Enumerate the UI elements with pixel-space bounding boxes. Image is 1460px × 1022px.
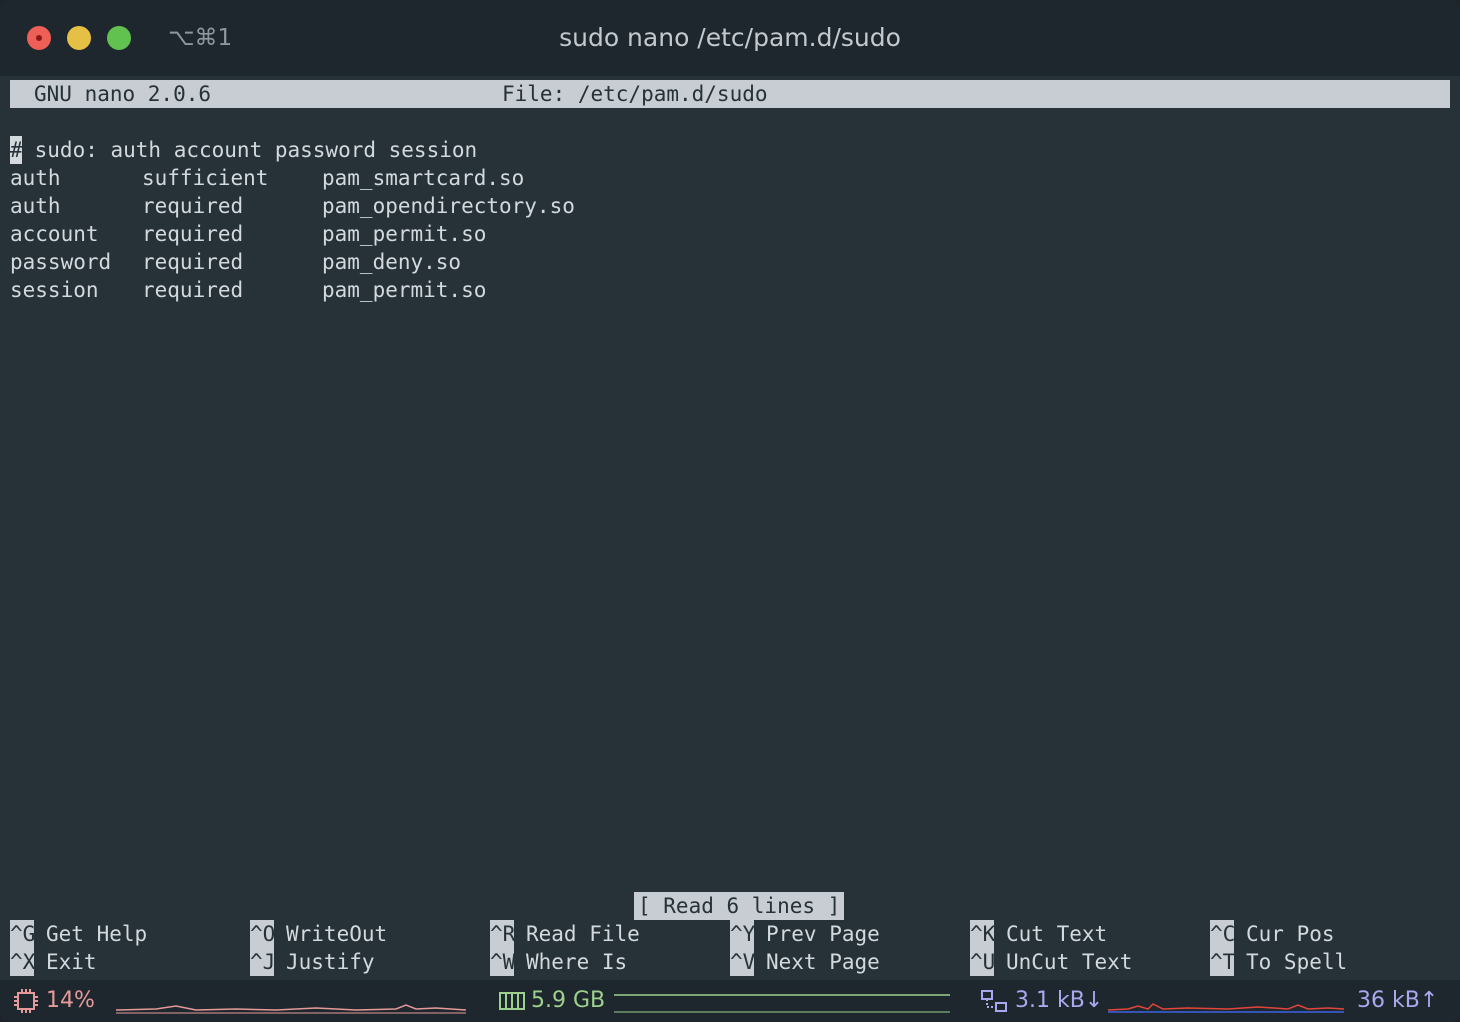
module-path: pam_opendirectory.so <box>322 194 575 218</box>
shortcut-key: ^K <box>970 920 996 948</box>
shortcut-read-file[interactable]: ^R Read File <box>490 920 640 948</box>
memory-usage: 5.9 GB <box>531 988 606 1013</box>
shortcut-label: UnCut Text <box>1006 950 1133 974</box>
control-flag: required <box>142 222 244 246</box>
module-type: password <box>10 250 112 274</box>
shortcut-key: ^Y <box>730 920 756 948</box>
config-line[interactable]: auth required pam_opendirectory.so <box>10 192 575 220</box>
shortcut-key: ^G <box>10 920 36 948</box>
shortcut-label: Next Page <box>766 950 880 974</box>
shortcut-key: ^U <box>970 948 996 976</box>
shortcut-label: Where Is <box>526 950 628 974</box>
shortcut-cut-text[interactable]: ^K Cut Text <box>970 920 1107 948</box>
shortcut-cur-pos[interactable]: ^C Cur Pos <box>1210 920 1335 948</box>
config-line[interactable]: password required pam_deny.so <box>10 248 575 276</box>
shortcut-key: ^O <box>250 920 276 948</box>
shortcut-key: ^C <box>1210 920 1236 948</box>
control-flag: required <box>142 278 244 302</box>
nano-version: GNU nano 2.0.6 <box>34 82 212 106</box>
comment-line[interactable]: # sudo: auth account password session <box>10 136 575 164</box>
system-status-bar: 14% 5.9 GB 3.1 kB↓ 36 kB↑ <box>0 980 1460 1022</box>
control-flag: required <box>142 194 244 218</box>
module-path: pam_deny.so <box>322 250 462 274</box>
shortcut-label: Exit <box>46 950 97 974</box>
module-type: auth <box>10 194 61 218</box>
control-flag: required <box>142 250 244 274</box>
shortcut-label: Cur Pos <box>1246 922 1335 946</box>
shortcut-next-page[interactable]: ^V Next Page <box>730 948 880 976</box>
nano-file-name: File: /etc/pam.d/sudo <box>502 82 768 106</box>
shortcut-label: Prev Page <box>766 922 880 946</box>
shortcut-justify[interactable]: ^J Justify <box>250 948 375 976</box>
text-cursor: # <box>10 136 23 164</box>
shortcut-label: Justify <box>286 950 375 974</box>
network-download: 3.1 kB↓ <box>1015 988 1104 1013</box>
terminal-window: ⌥⌘1 sudo nano /etc/pam.d/sudo GNU nano 2… <box>0 0 1460 1022</box>
module-type: auth <box>10 166 61 190</box>
cpu-usage: 14% <box>46 988 95 1013</box>
status-message: [ Read 6 lines ] <box>634 892 845 920</box>
shortcut-label: WriteOut <box>286 922 388 946</box>
config-line[interactable]: session required pam_permit.so <box>10 276 575 304</box>
shortcut-where-is[interactable]: ^W Where Is <box>490 948 627 976</box>
shortcut-to-spell[interactable]: ^T To Spell <box>1210 948 1347 976</box>
shortcut-uncut-text[interactable]: ^U UnCut Text <box>970 948 1132 976</box>
shortcut-bar: ^G Get Help ^O WriteOut ^R Read File ^Y Prev… <box>10 920 1450 976</box>
cpu-icon <box>14 989 38 1013</box>
config-line[interactable]: account required pam_permit.so <box>10 220 575 248</box>
network-upload: 36 kB↑ <box>1357 988 1439 1013</box>
shortcut-key: ^J <box>250 948 276 976</box>
memory-icon <box>499 992 525 1010</box>
shortcut-label: Read File <box>526 922 640 946</box>
config-line[interactable]: auth sufficient pam_smartcard.so <box>10 164 575 192</box>
shortcut-label: Cut Text <box>1006 922 1108 946</box>
shortcut-key: ^R <box>490 920 516 948</box>
module-path: pam_permit.so <box>322 278 487 302</box>
shortcut-key: ^T <box>1210 948 1236 976</box>
shortcut-label: Get Help <box>46 922 148 946</box>
editor-area[interactable]: # sudo: auth account password session au… <box>10 136 575 304</box>
module-type: session <box>10 278 99 302</box>
control-flag: sufficient <box>142 166 269 190</box>
title-bar: ⌥⌘1 sudo nano /etc/pam.d/sudo <box>0 0 1460 76</box>
memory-sparkline <box>614 994 950 1013</box>
window-title: sudo nano /etc/pam.d/sudo <box>559 23 901 52</box>
cpu-sparkline <box>116 1004 466 1014</box>
comment-text: sudo: auth account password session <box>22 138 478 162</box>
network-sparkline <box>1108 1003 1344 1013</box>
shortcut-exit[interactable]: ^X Exit <box>10 948 97 976</box>
shortcut-key: ^W <box>490 948 516 976</box>
shortcut-label: To Spell <box>1246 950 1348 974</box>
nano-header-bar: GNU nano 2.0.6 File: /etc/pam.d/sudo <box>10 80 1450 108</box>
shortcut-writeout[interactable]: ^O WriteOut <box>250 920 387 948</box>
network-icon <box>981 990 1007 1012</box>
shortcut-prev-page[interactable]: ^Y Prev Page <box>730 920 880 948</box>
module-path: pam_smartcard.so <box>322 166 525 190</box>
shortcut-key: ^X <box>10 948 36 976</box>
shortcut-key: ^V <box>730 948 756 976</box>
shortcut-get-help[interactable]: ^G Get Help <box>10 920 147 948</box>
module-path: pam_permit.so <box>322 222 487 246</box>
module-type: account <box>10 222 99 246</box>
